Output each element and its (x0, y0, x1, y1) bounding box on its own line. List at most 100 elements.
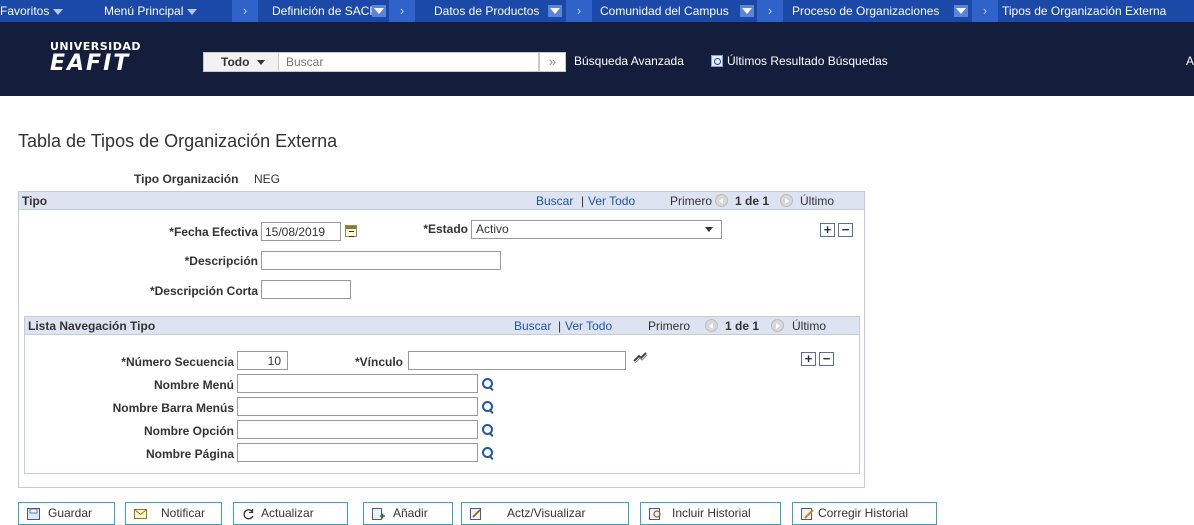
breadcrumb-separator-icon: › (972, 0, 998, 22)
correct-history-button[interactable]: Corregir Historial (792, 502, 937, 525)
notify-button[interactable]: Notificar (125, 502, 222, 525)
lista-count: 1 de 1 (725, 319, 760, 333)
include-history-icon (649, 508, 661, 520)
sequence-number-label: *Número Secuencia (121, 355, 234, 369)
option-name-label: Nombre Opción (143, 424, 234, 438)
next-arrow-icon[interactable] (780, 194, 793, 207)
lista-section-title: Lista Navegación Tipo (28, 319, 156, 333)
menu-name-label: Nombre Menú (153, 378, 234, 392)
tipo-org-value: NEG (254, 172, 281, 186)
include-history-label: Incluir Historial (672, 506, 751, 520)
tipo-view-all-link[interactable]: Ver Todo (588, 194, 635, 208)
option-name-field[interactable] (237, 420, 478, 439)
breadcrumb-item[interactable]: Datos de Productos (434, 0, 539, 22)
tipo-first-label: Primero (670, 194, 713, 208)
next-arrow-icon[interactable] (771, 319, 784, 332)
tipo-section: Tipo Buscar | Ver Todo Primero 1 de 1 Úl… (18, 191, 865, 488)
tipo-last-label: Último (800, 194, 835, 208)
header-edge-text[interactable]: A (1186, 54, 1194, 68)
nav-bar: Favoritos Menú Principal › Definición de… (0, 0, 1194, 22)
lista-find-link[interactable]: Buscar (514, 319, 551, 333)
header-band: UNIVERSIDAD EAFIT Todo » Búsqueda Avanza… (0, 22, 1194, 96)
advanced-search-link[interactable]: Búsqueda Avanzada (574, 54, 684, 68)
dropdown-arrow-icon[interactable] (548, 5, 562, 17)
tipo-count: 1 de 1 (735, 194, 770, 208)
add-row-button[interactable]: + (801, 352, 816, 366)
tipo-section-header: Tipo Buscar | Ver Todo Primero 1 de 1 Úl… (19, 192, 864, 210)
save-icon (27, 508, 40, 520)
dropdown-arrow-icon[interactable] (740, 5, 754, 17)
last-results-label: Últimos Resultado Búsquedas (727, 54, 888, 68)
add-icon (372, 508, 385, 520)
breadcrumb-separator-icon: › (232, 0, 258, 22)
lookup-icon[interactable] (481, 446, 495, 460)
breadcrumb-separator-icon: › (566, 0, 592, 22)
correct-history-icon (801, 508, 814, 520)
tipo-separator: | (581, 194, 585, 208)
update-display-button[interactable]: Actz/Visualizar (461, 502, 629, 525)
page-name-field[interactable] (237, 443, 478, 462)
link-builder-icon[interactable] (632, 351, 648, 365)
link-label: *Vínculo (354, 355, 403, 369)
link-field[interactable] (408, 351, 626, 370)
chevron-down-icon (187, 8, 198, 15)
lista-view-all-link[interactable]: Ver Todo (565, 319, 612, 333)
last-results-link[interactable]: Últimos Resultado Búsquedas (711, 54, 888, 68)
dropdown-arrow-icon[interactable] (954, 5, 968, 17)
nav-main-menu[interactable]: Menú Principal (104, 0, 198, 22)
status-value: Activo (476, 222, 509, 236)
chevron-down-icon (705, 227, 713, 232)
breadcrumb-item[interactable]: Definición de SACR (272, 0, 378, 22)
prev-arrow-icon[interactable] (705, 319, 718, 332)
chevron-down-icon (257, 60, 266, 66)
include-history-button[interactable]: Incluir Historial (640, 502, 781, 525)
lookup-icon[interactable] (481, 377, 495, 391)
dropdown-arrow-icon[interactable] (372, 5, 386, 17)
save-label: Guardar (48, 506, 93, 520)
description-field[interactable] (261, 251, 501, 270)
lookup-icon[interactable] (481, 400, 495, 414)
refresh-icon (243, 509, 254, 520)
sequence-number-field[interactable] (237, 351, 288, 370)
prev-arrow-icon[interactable] (715, 194, 728, 207)
logo-line2: EAFIT (50, 51, 131, 76)
effective-date-field[interactable] (261, 222, 341, 241)
short-description-field[interactable] (261, 280, 351, 299)
nav-main-menu-label: Menú Principal (104, 4, 184, 18)
breadcrumb-current: Tipos de Organización Externa (1002, 4, 1167, 18)
search-results-icon (711, 55, 723, 67)
nav-favorites[interactable]: Favoritos (0, 0, 64, 22)
update-display-icon (470, 508, 481, 520)
eafit-logo[interactable]: UNIVERSIDAD EAFIT (50, 40, 160, 75)
lista-first-label: Primero (648, 319, 691, 333)
refresh-button[interactable]: Actualizar (233, 502, 348, 525)
breadcrumb-separator-icon: › (389, 0, 415, 22)
menu-name-field[interactable] (237, 374, 478, 393)
lista-section: Lista Navegación Tipo Buscar | Ver Todo … (24, 316, 860, 474)
menu-bar-name-label: Nombre Barra Menús (112, 401, 234, 415)
lista-section-header: Lista Navegación Tipo Buscar | Ver Todo … (25, 317, 859, 335)
correct-history-label: Corregir Historial (818, 506, 909, 520)
search-go-button[interactable]: » (539, 52, 566, 72)
search-box: Todo (203, 52, 539, 72)
tipo-find-link[interactable]: Buscar (536, 194, 573, 208)
short-description-label: *Descripción Corta (149, 284, 258, 298)
status-select[interactable]: Activo (471, 220, 722, 239)
add-row-button[interactable]: + (820, 223, 835, 237)
nav-favorites-label: Favoritos (0, 4, 50, 18)
delete-row-button[interactable]: − (838, 223, 853, 237)
notify-icon (134, 509, 147, 519)
lookup-icon[interactable] (481, 423, 495, 437)
breadcrumb-item[interactable]: Comunidad del Campus (600, 0, 729, 22)
add-button[interactable]: Añadir (363, 502, 453, 525)
breadcrumb-item[interactable]: Proceso de Organizaciones (792, 0, 939, 22)
refresh-label: Actualizar (261, 506, 314, 520)
search-category-label: Todo (221, 55, 250, 69)
breadcrumb-separator-icon: › (757, 0, 783, 22)
menu-bar-name-field[interactable] (237, 397, 478, 416)
search-category-select[interactable]: Todo (204, 53, 279, 71)
delete-row-button[interactable]: − (819, 352, 834, 366)
calendar-icon[interactable] (345, 225, 357, 237)
save-button[interactable]: Guardar (18, 502, 115, 525)
search-input[interactable] (280, 53, 538, 71)
